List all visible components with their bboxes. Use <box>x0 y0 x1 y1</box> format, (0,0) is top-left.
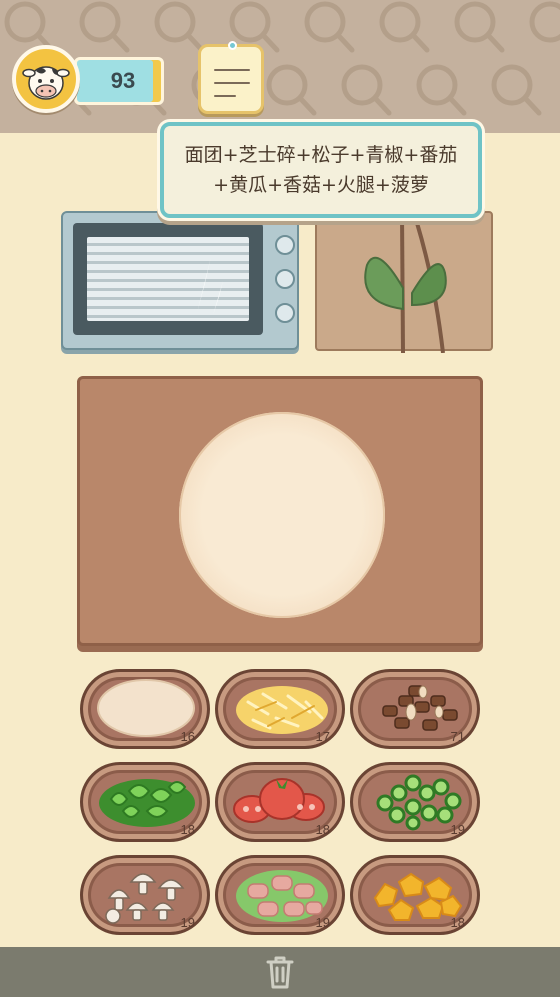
oven-window <box>73 223 263 335</box>
ingredient-bowl-mushroom[interactable]: 19 <box>80 855 210 935</box>
score-value: 93 <box>110 68 136 93</box>
ingredient-bowl-tomato[interactable]: 18 <box>215 762 345 842</box>
ingredient-count: 19 <box>315 915 330 930</box>
player-avatar[interactable] <box>12 45 80 113</box>
note-line <box>214 82 250 84</box>
ingredient-count: 18 <box>450 915 465 930</box>
ingredient-count: 71 <box>450 729 465 744</box>
cutting-board[interactable] <box>77 376 483 646</box>
trash-button[interactable] <box>264 953 296 991</box>
ingredient-count: 18 <box>180 822 195 837</box>
bottom-bar <box>0 947 560 997</box>
ingredient-bowl-cucumber[interactable]: 19 <box>350 762 480 842</box>
ingredient-count: 17 <box>315 729 330 744</box>
oven-knob[interactable] <box>275 303 295 323</box>
ingredient-count: 18 <box>315 822 330 837</box>
ingredient-count: 16 <box>180 729 195 744</box>
cow-icon <box>22 66 70 100</box>
oven[interactable] <box>61 211 299 350</box>
ingredient-bowl-ham[interactable]: 19 <box>215 855 345 935</box>
glass-shine-icon <box>197 257 223 315</box>
leaf-shelf-icon <box>364 212 447 354</box>
oven-knob[interactable] <box>275 269 295 289</box>
pizza-dough[interactable] <box>179 412 385 618</box>
oven-knob[interactable] <box>275 235 295 255</box>
pin-icon <box>228 41 237 50</box>
score-display: 93 <box>74 57 164 105</box>
ingredient-bowl-cheese[interactable]: 17 <box>215 669 345 749</box>
ingredient-bowl-pine-nuts[interactable]: 71 <box>350 669 480 749</box>
leaf-shelf <box>315 211 493 354</box>
order-button[interactable] <box>198 41 264 114</box>
ingredient-count: 19 <box>180 915 195 930</box>
order-recipe-text: 面团+芝士碎+松子+青椒+番茄+黄瓜+香菇+火腿+菠萝 <box>184 144 458 196</box>
note-line <box>214 69 250 71</box>
note-line <box>214 95 236 97</box>
trash-icon <box>266 956 294 989</box>
ingredient-bowl-dough[interactable]: 16 <box>80 669 210 749</box>
order-recipe-bubble: 面团+芝士碎+松子+青椒+番茄+黄瓜+香菇+火腿+菠萝 <box>160 122 482 218</box>
ingredient-count: 19 <box>450 822 465 837</box>
ingredient-bowl-green-pepper[interactable]: 18 <box>80 762 210 842</box>
ingredient-bowl-pineapple[interactable]: 18 <box>350 855 480 935</box>
